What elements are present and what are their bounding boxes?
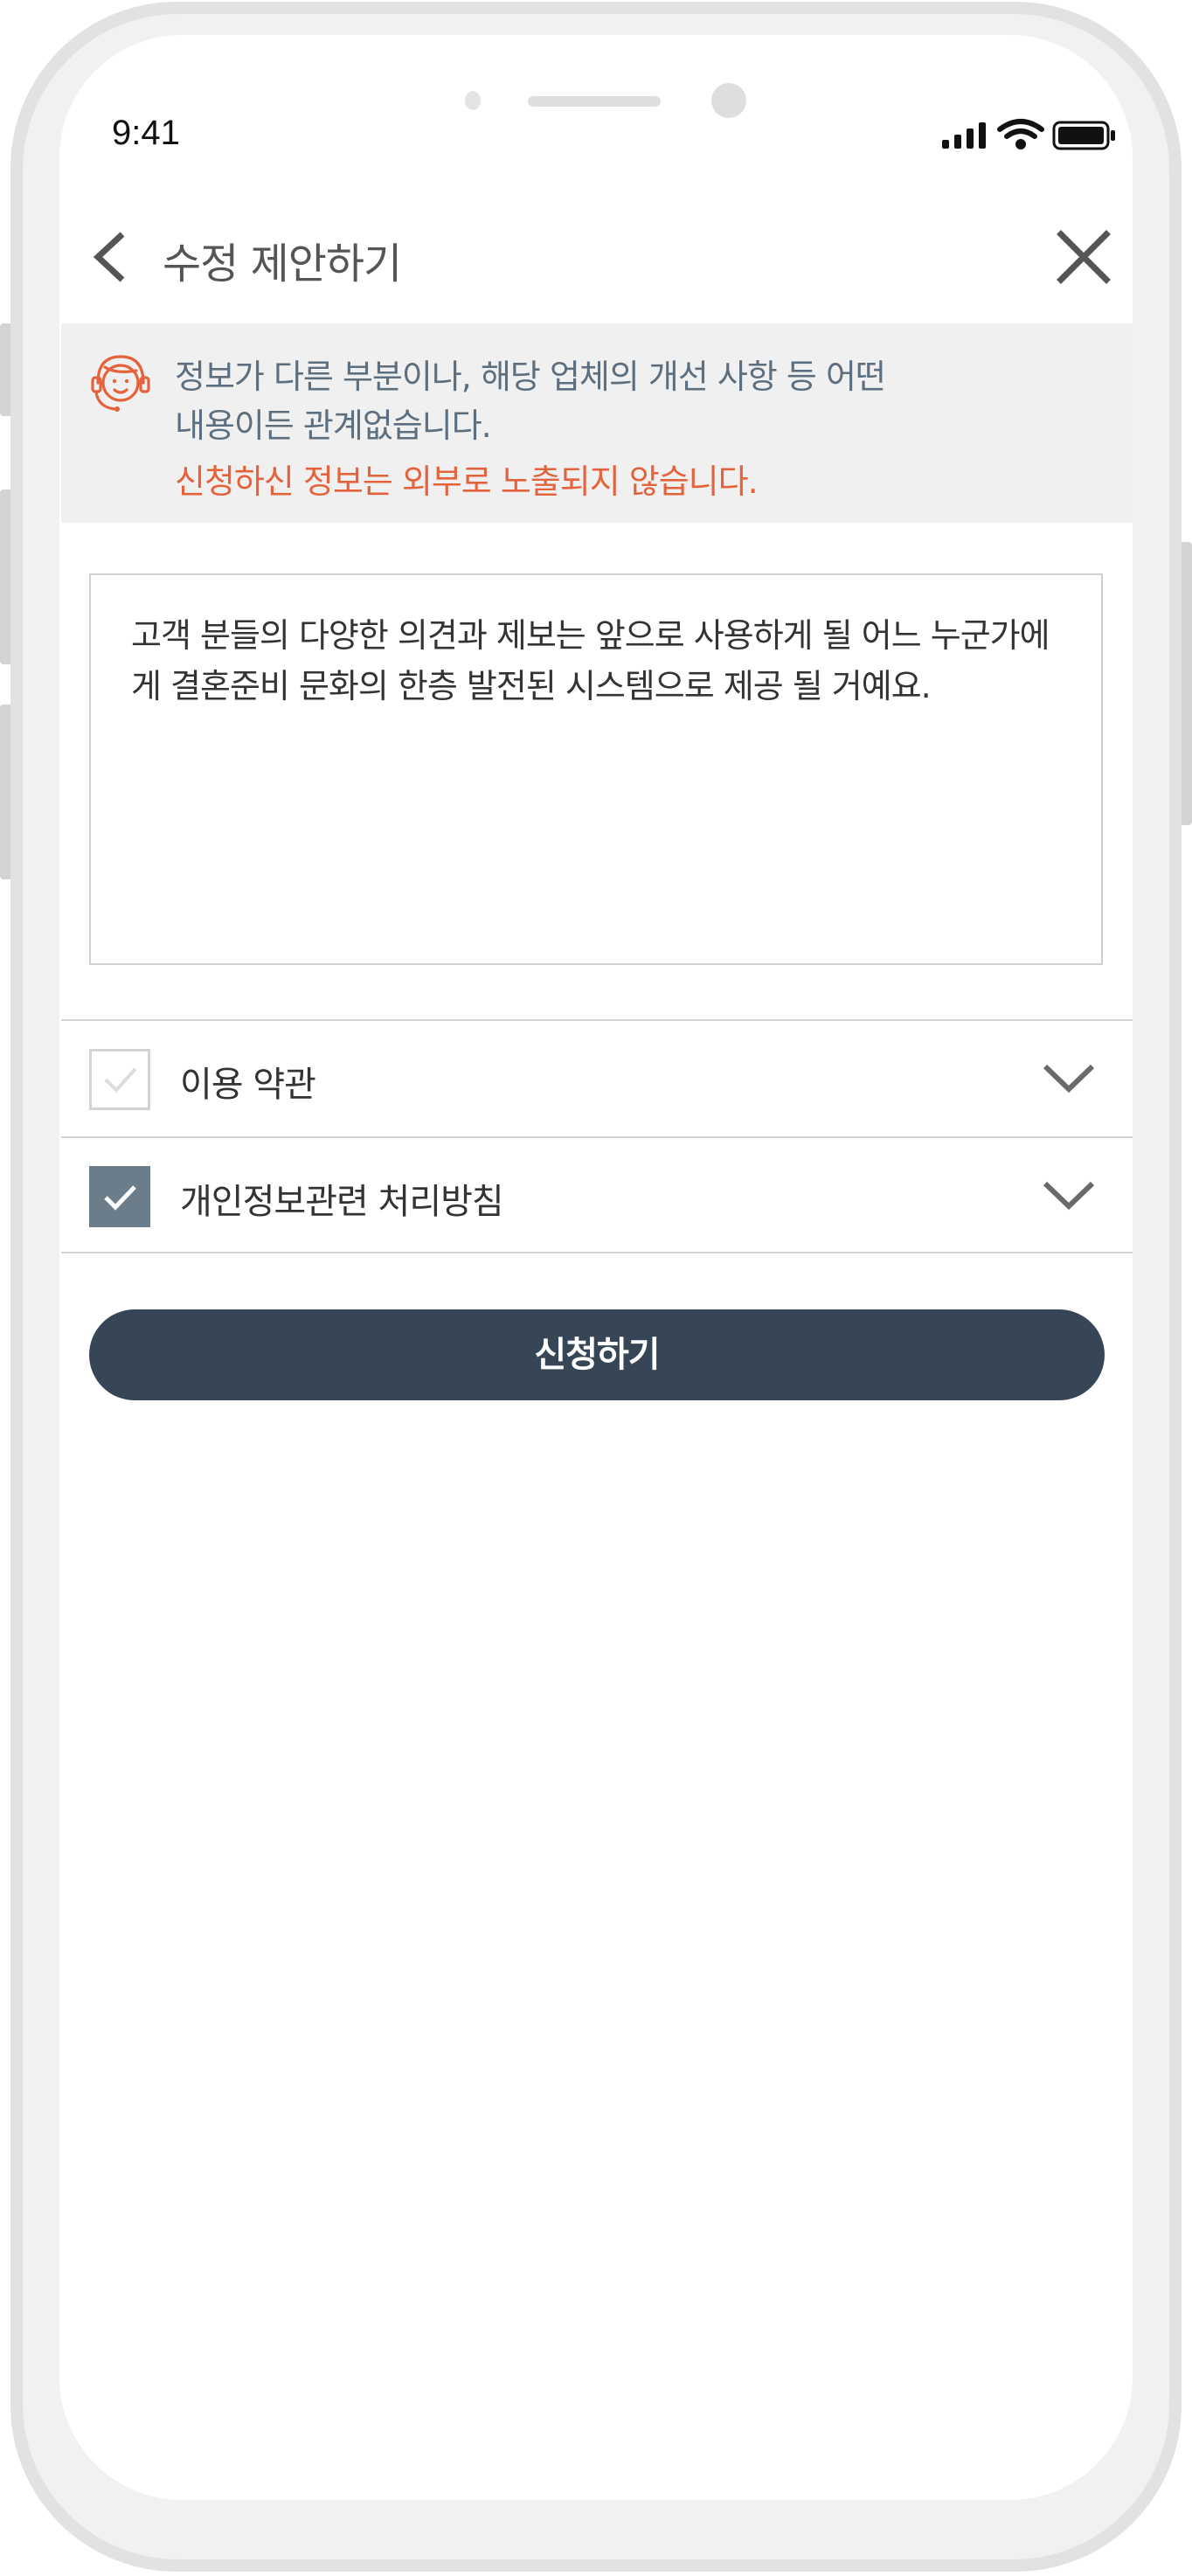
submit-button[interactable]: 신청하기 [89,1309,1105,1400]
earpiece-speaker [528,96,661,107]
power-button [1180,542,1192,825]
check-icon [104,1185,136,1211]
chevron-left-icon [93,232,125,282]
chevron-down-icon[interactable] [1042,1061,1096,1096]
terms-label: 이용 약관 [180,1065,316,1105]
battery-icon [1052,121,1115,150]
suggestion-text: 고객 분들의 다양한 의견과 제보는 앞으로 사용하게 될 어느 누군가에게 결… [131,616,1050,705]
suggestion-textarea[interactable]: 고객 분들의 다양한 의견과 제보는 앞으로 사용하게 될 어느 누군가에게 결… [89,573,1103,965]
status-time: 9:41 [112,114,180,152]
proximity-sensor [465,91,481,110]
agreement-row-terms[interactable]: 이용 약관 [61,1019,1133,1136]
notice-privacy-text: 신청하신 정보는 외부로 노출되지 않습니다. [175,462,759,501]
terms-checkbox[interactable] [89,1049,150,1110]
privacy-label: 개인정보관련 처리방침 [180,1182,504,1222]
agreement-row-privacy[interactable]: 개인정보관련 처리방침 [61,1136,1133,1253]
notice-text-line2: 내용이든 관계없습니다. [175,406,492,445]
check-icon [104,1067,137,1093]
close-button[interactable] [1056,229,1112,285]
notice-banner: 정보가 다른 부분이나, 해당 업체의 개선 사항 등 어떤 내용이든 관계없습… [61,323,1133,523]
status-icons [939,117,1119,156]
page-title: 수정 제안하기 [163,240,402,288]
wifi-icon [997,119,1044,149]
headset-agent-icon [91,355,150,412]
signal-icon [942,122,986,149]
chevron-down-icon[interactable] [1042,1178,1096,1213]
notice-text-line1: 정보가 다른 부분이나, 해당 업체의 개선 사항 등 어떤 [175,358,886,396]
close-icon [1057,230,1111,284]
front-camera [711,83,746,118]
back-button[interactable] [87,229,131,285]
privacy-checkbox[interactable] [89,1166,150,1227]
